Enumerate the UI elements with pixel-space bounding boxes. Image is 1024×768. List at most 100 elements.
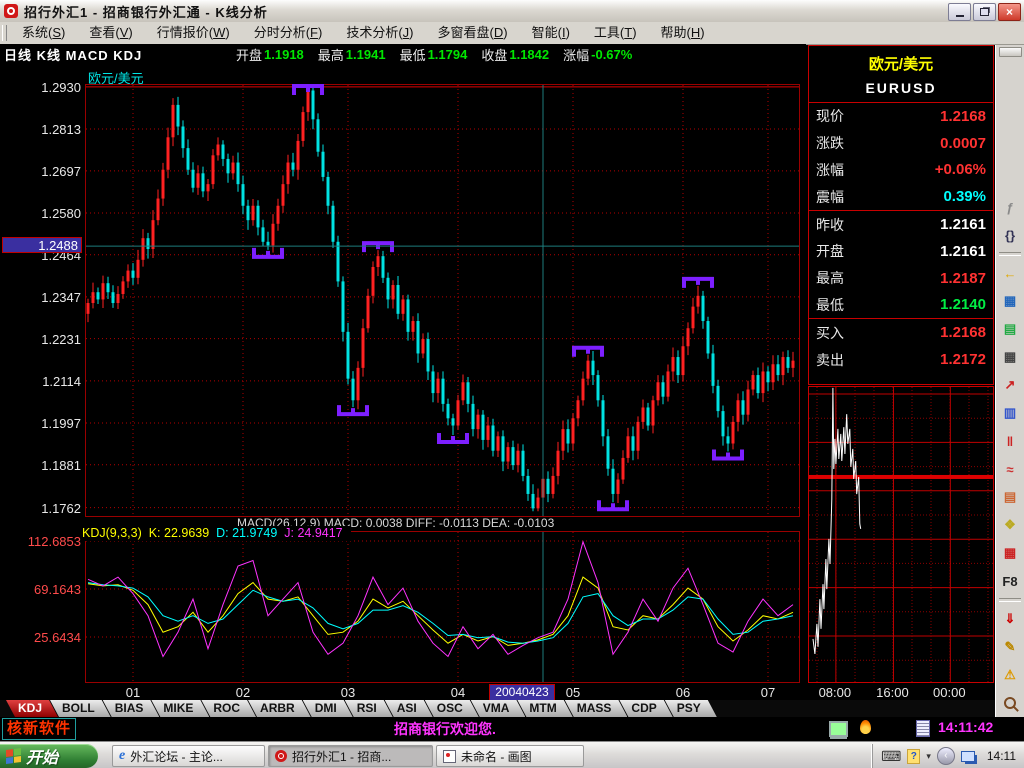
quote-row-3: 震幅0.39% [809, 183, 993, 211]
connection-monitor-icon[interactable] [829, 721, 848, 737]
dual-chart-icon[interactable]: ▦ [999, 543, 1021, 563]
expand-arrow-icon[interactable]: ▾ [926, 751, 931, 762]
menu-grip[interactable] [2, 25, 7, 41]
taskbar-task-2[interactable]: 未命名 - 画图 [436, 745, 584, 767]
kdj-chart[interactable] [85, 531, 800, 683]
app-logo-icon [4, 4, 18, 18]
quote-value-9: 1.2172 [940, 351, 986, 368]
magnifier-icon[interactable] [999, 693, 1021, 713]
quote-label-3: 震幅 [816, 187, 844, 207]
candle-chart-icon[interactable]: ‖ [999, 431, 1021, 451]
tab-cdp[interactable]: CDP [619, 700, 672, 717]
y-axis-label-3: 1.2580 [2, 206, 81, 221]
quote-row-9: 卖出1.2172 [809, 346, 993, 373]
magnifier-glass [1004, 697, 1016, 709]
warning-icon[interactable]: ⚠ [999, 665, 1021, 685]
tab-roc[interactable]: ROC [201, 700, 256, 717]
trend-chart-icon[interactable]: ≈ [999, 459, 1021, 479]
right-toolbar: ƒ {} ← ▦ ▤ ▦ ↗ ▥ ‖ ≈ ▤ ❖ ▦ F8 ⇓ ✎ ⚠ [995, 45, 1024, 717]
tab-mike[interactable]: MIKE [151, 700, 209, 717]
printer-icon[interactable]: ⇓ [999, 609, 1021, 629]
table-globe-icon[interactable]: ▦ [999, 291, 1021, 311]
quote-value-1: 0.0007 [940, 135, 986, 152]
grid-icon[interactable]: ▦ [999, 347, 1021, 367]
mini-tick-chart[interactable] [808, 386, 994, 683]
start-button[interactable]: 开始 [0, 744, 98, 768]
quote-label-5: 开盘 [816, 241, 844, 261]
info-label-3: 收盘 [481, 45, 507, 64]
title-bar: 招行外汇1 - 招商银行外汇通 - K线分析 × [0, 0, 1024, 23]
restore-button[interactable] [973, 3, 996, 21]
list-icon[interactable]: ▤ [999, 319, 1021, 339]
calc-chart-icon[interactable]: ▥ [999, 403, 1021, 423]
tab-arbr[interactable]: ARBR [248, 700, 311, 717]
menu-f[interactable]: 分时分析(F) [242, 22, 335, 44]
quote-value-2: +0.06% [935, 161, 986, 178]
tab-mtm[interactable]: MTM [517, 700, 572, 717]
tab-osc[interactable]: OSC [425, 700, 479, 717]
language-circle-icon[interactable]: ‹ [937, 747, 955, 765]
menu-j[interactable]: 技术分析(J) [334, 22, 425, 44]
mini-x-label-0800: 08:00 [813, 685, 857, 700]
x-axis-label-04: 04 [436, 685, 480, 700]
quote-row-8: 买入1.2168 [809, 319, 993, 346]
menu-v[interactable]: 查看(V) [77, 22, 144, 44]
x-axis-label-05: 05 [551, 685, 595, 700]
tab-kdj[interactable]: KDJ [6, 700, 58, 717]
quote-label-1: 涨跌 [816, 133, 844, 153]
quote-value-8: 1.2168 [940, 324, 986, 341]
color-list-icon[interactable]: ▤ [999, 487, 1021, 507]
line-chart-icon[interactable]: ↗ [999, 375, 1021, 395]
tab-psy[interactable]: PSY [665, 700, 717, 717]
taskbar-task-0[interactable]: e外汇论坛 - 主论... [112, 745, 265, 767]
system-tray: ⌨ ? ▾ ‹ 14:11 [872, 744, 1024, 768]
quote-row-5: 开盘1.2161 [809, 238, 993, 265]
windows-flag-icon [6, 748, 21, 764]
tab-asi[interactable]: ASI [385, 700, 433, 717]
keyboard-icon[interactable]: ⌨ [881, 748, 901, 765]
y-axis-label-5: 1.2347 [2, 290, 81, 305]
tab-bias[interactable]: BIAS [103, 700, 160, 717]
minimize-button[interactable] [948, 3, 971, 21]
info-value-3: 1.1842 [509, 47, 549, 62]
network-icon[interactable] [961, 751, 975, 762]
menu-t[interactable]: 工具(T) [582, 22, 649, 44]
menu-bar: 系统(S)查看(V)行情报价(W)分时分析(F)技术分析(J)多窗看盘(D)智能… [0, 22, 1024, 45]
paint-icon [443, 750, 456, 763]
quote-label-4: 昨收 [816, 215, 844, 235]
menu-s[interactable]: 系统(S) [10, 22, 77, 44]
indicator-tabs: KDJBOLLBIASMIKEROCARBRDMIRSIASIOSCVMAMTM… [0, 700, 995, 717]
menu-h[interactable]: 帮助(H) [649, 22, 717, 44]
quote-value-7: 1.2140 [940, 296, 986, 313]
help-icon[interactable]: ? [907, 749, 920, 764]
menu-d[interactable]: 多窗看盘(D) [426, 22, 520, 44]
swirl-icon[interactable]: ƒ [999, 197, 1021, 217]
tab-vma[interactable]: VMA [471, 700, 526, 717]
menu-i[interactable]: 智能(I) [520, 22, 582, 44]
candlestick-chart[interactable] [85, 84, 800, 517]
close-button[interactable]: × [998, 3, 1021, 21]
braces-icon[interactable]: {} [999, 225, 1021, 245]
quote-row-7: 最低1.2140 [809, 292, 993, 320]
f8-icon[interactable]: F8 [999, 571, 1021, 591]
alert-flame-icon[interactable] [860, 720, 871, 734]
status-clock: 14:11:42 [938, 719, 998, 735]
tab-boll[interactable]: BOLL [50, 700, 111, 717]
diamonds-icon[interactable]: ❖ [999, 515, 1021, 535]
pencil-icon[interactable]: ✎ [999, 637, 1021, 657]
welcome-marquee: 招商银行欢迎您. [394, 719, 496, 739]
quote-panel: 欧元/美元 EURUSD 现价1.2168涨跌0.0007涨幅+0.06%震幅0… [808, 45, 994, 385]
menu-w[interactable]: 行情报价(W) [145, 22, 242, 44]
news-document-icon[interactable] [916, 720, 930, 737]
info-label-0: 开盘 [236, 45, 262, 64]
y-axis-label-10: 1.1762 [2, 501, 81, 516]
info-bar: 日线 K线 MACD KDJ 开盘1.1918最高1.1941最低1.1794收… [0, 44, 806, 66]
info-value-4: -0.67% [591, 47, 632, 62]
tab-dmi[interactable]: DMI [303, 700, 353, 717]
tab-mass[interactable]: MASS [565, 700, 628, 717]
window-title: 招行外汇1 - 招商银行外汇通 - K线分析 [24, 2, 268, 21]
tab-rsi[interactable]: RSI [345, 700, 393, 717]
back-arrow-icon[interactable]: ← [999, 263, 1021, 283]
taskbar-task-1[interactable]: 招行外汇1 - 招商... [268, 745, 433, 767]
scrollbar-thumb[interactable] [999, 47, 1022, 57]
